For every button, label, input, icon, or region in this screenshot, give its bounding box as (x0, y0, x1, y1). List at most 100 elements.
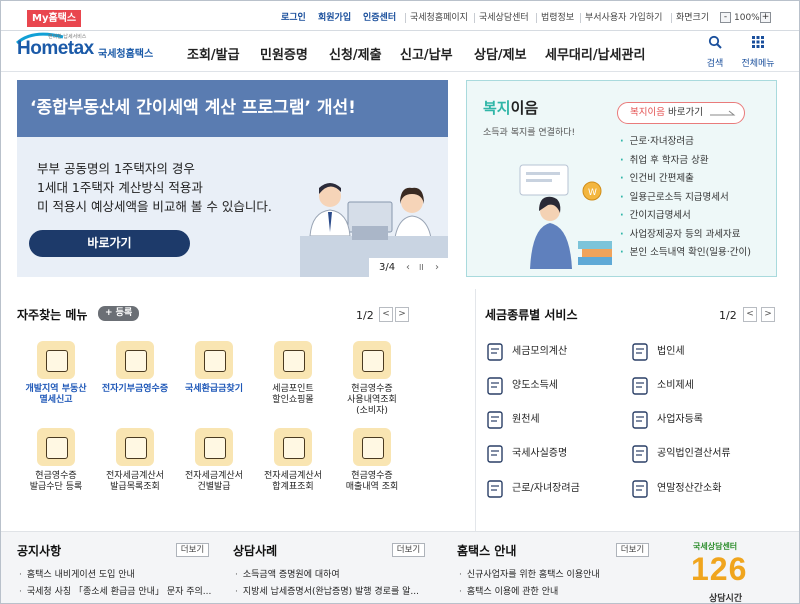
quick-menu-label: 현금영수증 발급수단 등록 (29, 471, 83, 492)
divider (474, 13, 475, 23)
quick-menu-icon (116, 341, 154, 379)
consult-title: 상담사례 (233, 544, 278, 558)
tax-service-icon (487, 377, 503, 395)
quick-menu-item[interactable]: 현금영수증 발급수단 등록 (17, 428, 95, 493)
welfare-item[interactable]: 인건비 간편제출 (620, 170, 751, 189)
call-center-hours-label: 상담시간 (709, 594, 743, 604)
quick-menu-item[interactable]: 전자기부금영수증 (96, 341, 174, 395)
quick-menu-icon (274, 341, 312, 379)
notice-item[interactable]: 국세청 사칭 「종소세 환급금 안내」 문자 주의... (19, 586, 212, 598)
dept-user-join-link[interactable]: 부서사용자 가입하기 (585, 11, 662, 25)
banner-desc-line: 부부 공동명의 1주택자의 경우 (37, 161, 195, 176)
logo-text: Hometax (17, 38, 94, 59)
quick-menu-item[interactable]: 전자세금계산서 건별발급 (175, 428, 253, 493)
login-link[interactable]: 로그인 (281, 11, 306, 25)
my-hometax-tab[interactable]: My홈택스 (27, 10, 82, 27)
welfare-item[interactable]: 취업 후 학자금 상환 (620, 152, 751, 171)
tax-service-label: 공익법인결산서류 (657, 448, 731, 459)
welfare-title-green: 복지 (483, 99, 511, 117)
banner-pause-button[interactable]: II (419, 258, 424, 277)
cert-center-link[interactable]: 인증센터 (363, 11, 396, 25)
guide-item[interactable]: 신규사업자를 위한 홈택스 이용안내 (459, 569, 600, 581)
welfare-illustration: W (519, 164, 612, 269)
quick-menu-item[interactable]: 국세환급금찾기 (175, 341, 253, 395)
tax-service-label: 양도소득세 (512, 380, 558, 391)
welfare-subtitle: 소득과 복지를 연결하다! (483, 128, 576, 138)
search-icon (708, 35, 722, 49)
register-menu-button[interactable]: + 등록 (98, 306, 140, 321)
banner-prev-button[interactable]: ‹ (406, 258, 410, 277)
quick-menu-icon (116, 428, 154, 466)
consult-item[interactable]: 지방세 납세증명서(완납증명) 발행 경로를 알... (235, 586, 419, 598)
hometax-page: My홈택스 로그인 회원가입 인증센터 국세청홈페이지 국세상담센터 법령정보 … (0, 0, 800, 604)
divider (580, 13, 581, 23)
tax-services-prev-button[interactable]: < (743, 307, 757, 322)
header-divider (1, 71, 799, 72)
zoom-out-button[interactable]: - (720, 12, 731, 23)
quick-menu-title: 자주찾는 메뉴 (17, 308, 88, 322)
consult-item[interactable]: 소득금액 증명원에 대하여 (235, 569, 340, 581)
guide-more-button[interactable]: 더보기 (616, 543, 649, 557)
banner-desc-line: 미 적용시 예상세액을 비교해 볼 수 있습니다. (37, 199, 272, 214)
nav-civil-certificates[interactable]: 민원증명 (260, 44, 308, 63)
quick-menu-icon (37, 341, 75, 379)
tax-service-label: 국세사실증명 (512, 448, 568, 459)
search-button[interactable]: 검색 (695, 34, 735, 69)
consult-center-link[interactable]: 국세상담센터 (479, 11, 529, 25)
banner-next-button[interactable]: › (435, 258, 439, 277)
nav-consult-report[interactable]: 상담/제보 (474, 44, 527, 63)
welfare-go-button[interactable]: 복지이음 바로가기 (617, 102, 745, 124)
welfare-item[interactable]: 본인 소득내역 확인(일용·간이) (620, 244, 751, 263)
welfare-item[interactable]: 간이지급명세서 (620, 207, 751, 226)
divider (536, 13, 537, 23)
welfare-item[interactable]: 사업장제공자 등의 과세자료 (620, 226, 751, 245)
consult-more-button[interactable]: 더보기 (392, 543, 425, 557)
nav-inquiry-issue[interactable]: 조회/발급 (187, 44, 240, 63)
nav-tax-agent[interactable]: 세무대리/납세관리 (545, 44, 645, 63)
quick-menu-label: 전자세금계산서 발급목록조회 (106, 471, 164, 492)
signup-link[interactable]: 회원가입 (318, 11, 351, 25)
divider (671, 13, 672, 23)
quick-menu-label: 현금영수증 사용내역조회 (소비자) (347, 384, 397, 416)
welfare-link-panel: 복지이음 소득과 복지를 연결하다! 복지이음 바로가기 근로·자녀장려금 취업… (466, 80, 777, 277)
tax-services-title: 세금종류별 서비스 (485, 308, 578, 322)
main-banner[interactable]: ‘종합부동산세 간이세액 계산 프로그램’ 개선! 부부 공동명의 1주택자의 … (17, 80, 448, 277)
quick-menu-item[interactable]: 전자세금계산서 발급목록조회 (96, 428, 174, 493)
guide-title: 홈택스 안내 (457, 544, 517, 558)
quick-menu-item[interactable]: 현금영수증 사용내역조회 (소비자) (333, 341, 411, 417)
nav-report-pay[interactable]: 신고/납부 (400, 44, 453, 63)
search-label: 검색 (706, 59, 724, 69)
quick-menu-label: 세금포인트 할인쇼핑몰 (272, 384, 314, 405)
nav-apply-submit[interactable]: 신청/제출 (329, 44, 382, 63)
nts-homepage-link[interactable]: 국세청홈페이지 (410, 11, 468, 25)
notice-more-button[interactable]: 더보기 (176, 543, 209, 557)
welfare-item[interactable]: 일용근로소득 지급명세서 (620, 189, 751, 208)
guide-item[interactable]: 홈택스 이용에 관한 안내 (459, 586, 558, 598)
quick-menu-item[interactable]: 세금포인트 할인쇼핑몰 (254, 341, 332, 406)
quick-menu-item[interactable]: 개발지역 부동산 멸세신고 (17, 341, 95, 406)
banner-go-button[interactable]: 바로가기 (29, 230, 190, 257)
notice-item[interactable]: 홈택스 내비게이션 도입 안내 (19, 569, 135, 581)
quick-menu-icon (195, 428, 233, 466)
welfare-btn-text: 바로가기 (664, 107, 703, 118)
tax-service-label: 연말정산간소화 (657, 483, 722, 494)
quick-menu-icon (195, 341, 233, 379)
zoom-in-button[interactable]: + (760, 12, 771, 23)
law-info-link[interactable]: 법령정보 (541, 11, 574, 25)
banner-desc-line: 1세대 1주택자 계산방식 적용과 (37, 180, 203, 195)
all-menu-button[interactable]: 전체메뉴 (738, 34, 778, 69)
quick-menu-item[interactable]: 전자세금계산서 합계표조회 (254, 428, 332, 493)
svg-text:W: W (588, 188, 597, 198)
quick-menu-icon (353, 428, 391, 466)
quick-menu-prev-button[interactable]: < (379, 307, 393, 322)
tax-services-next-button[interactable]: > (761, 307, 775, 322)
quick-menu-next-button[interactable]: > (395, 307, 409, 322)
quick-menu-page: 1/2 (356, 309, 374, 322)
tax-service-icon (487, 480, 503, 498)
welfare-list: 근로·자녀장려금 취업 후 학자금 상환 인건비 간편제출 일용근로소득 지급명… (620, 133, 751, 263)
call-center-number: 126 (691, 551, 748, 587)
quick-menu-icon (37, 428, 75, 466)
quick-menu-item[interactable]: 현금영수증 매출내역 조회 (333, 428, 411, 493)
welfare-item[interactable]: 근로·자녀장려금 (620, 133, 751, 152)
divider (405, 13, 406, 23)
